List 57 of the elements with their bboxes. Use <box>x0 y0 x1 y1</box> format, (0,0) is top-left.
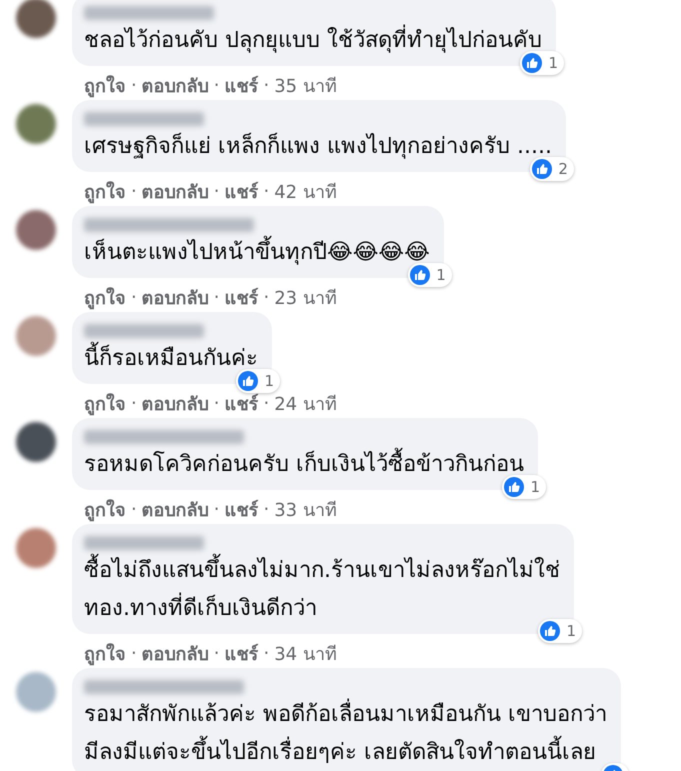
separator-dot: · <box>214 392 220 414</box>
avatar[interactable] <box>16 422 56 462</box>
separator-dot: · <box>131 392 137 414</box>
action-link[interactable]: ตอบกลับ <box>142 494 209 524</box>
action-link[interactable]: ถูกใจ <box>84 494 126 524</box>
separator-dot: · <box>131 642 137 664</box>
separator-dot: · <box>214 642 220 664</box>
separator-dot: · <box>131 74 137 96</box>
separator-dot: · <box>214 498 220 520</box>
action-link[interactable]: ถูกใจ <box>84 282 126 312</box>
like-icon <box>532 159 552 179</box>
action-link[interactable]: ตอบกลับ <box>142 282 209 312</box>
separator-dot: · <box>263 74 270 96</box>
action-link[interactable]: ถูกใจ <box>84 388 126 418</box>
like-icon <box>504 477 524 497</box>
action-link[interactable]: ตอบกลับ <box>142 176 209 206</box>
action-link[interactable]: แชร์ <box>224 176 258 206</box>
like-icon <box>238 371 258 391</box>
avatar[interactable] <box>16 104 56 144</box>
action-link[interactable]: ตอบกลับ <box>142 70 209 100</box>
like-icon <box>540 621 560 641</box>
comment-text: รอมาสักพักแล้วค่ะ พอดีก้อเลื่อนมาเหมือนกัน เขาบอกว่า มีลงมีแต่จะขึ้นไปอีกเรื่อยๆค่ะ เลยตัดสินใจทำตอนนี้เลย <box>84 696 607 771</box>
timestamp[interactable]: 23 นาที <box>274 282 337 312</box>
action-link[interactable]: แชร์ <box>224 494 258 524</box>
like-icon <box>410 265 430 285</box>
timestamp[interactable]: 35 นาที <box>274 70 337 100</box>
separator-dot: · <box>263 180 270 202</box>
timestamp[interactable]: 42 นาที <box>274 176 337 206</box>
separator-dot: · <box>214 286 220 308</box>
separator-dot: · <box>263 498 270 520</box>
avatar[interactable] <box>16 0 56 38</box>
reaction-badge[interactable]: 2 <box>530 157 574 181</box>
like-icon <box>522 53 542 73</box>
reaction-badge[interactable]: 1 <box>236 369 280 393</box>
reaction-badge[interactable]: 1 <box>520 51 564 75</box>
separator-dot: · <box>214 74 220 96</box>
reaction-badge[interactable]: 1 <box>408 263 452 287</box>
separator-dot: · <box>263 286 270 308</box>
separator-dot: · <box>131 180 137 202</box>
timestamp[interactable]: 34 นาที <box>274 638 337 668</box>
action-link[interactable]: ถูกใจ <box>84 70 126 100</box>
separator-dot: · <box>131 498 137 520</box>
reaction-badge[interactable]: 1 <box>502 475 546 499</box>
avatar[interactable] <box>16 210 56 250</box>
separator-dot: · <box>263 642 270 664</box>
separator-dot: · <box>263 392 270 414</box>
action-link[interactable]: แชร์ <box>224 282 258 312</box>
action-link[interactable]: ถูกใจ <box>84 176 126 206</box>
separator-dot: · <box>214 180 220 202</box>
action-link[interactable]: แชร์ <box>224 638 258 668</box>
separator-dot: · <box>131 286 137 308</box>
action-link[interactable]: ตอบกลับ <box>142 388 209 418</box>
action-link[interactable]: ตอบกลับ <box>142 638 209 668</box>
reaction-badge[interactable]: 1 <box>538 619 582 643</box>
action-link[interactable]: ถูกใจ <box>84 638 126 668</box>
timestamp[interactable]: 33 นาที <box>274 494 337 524</box>
action-link[interactable]: แชร์ <box>224 70 258 100</box>
